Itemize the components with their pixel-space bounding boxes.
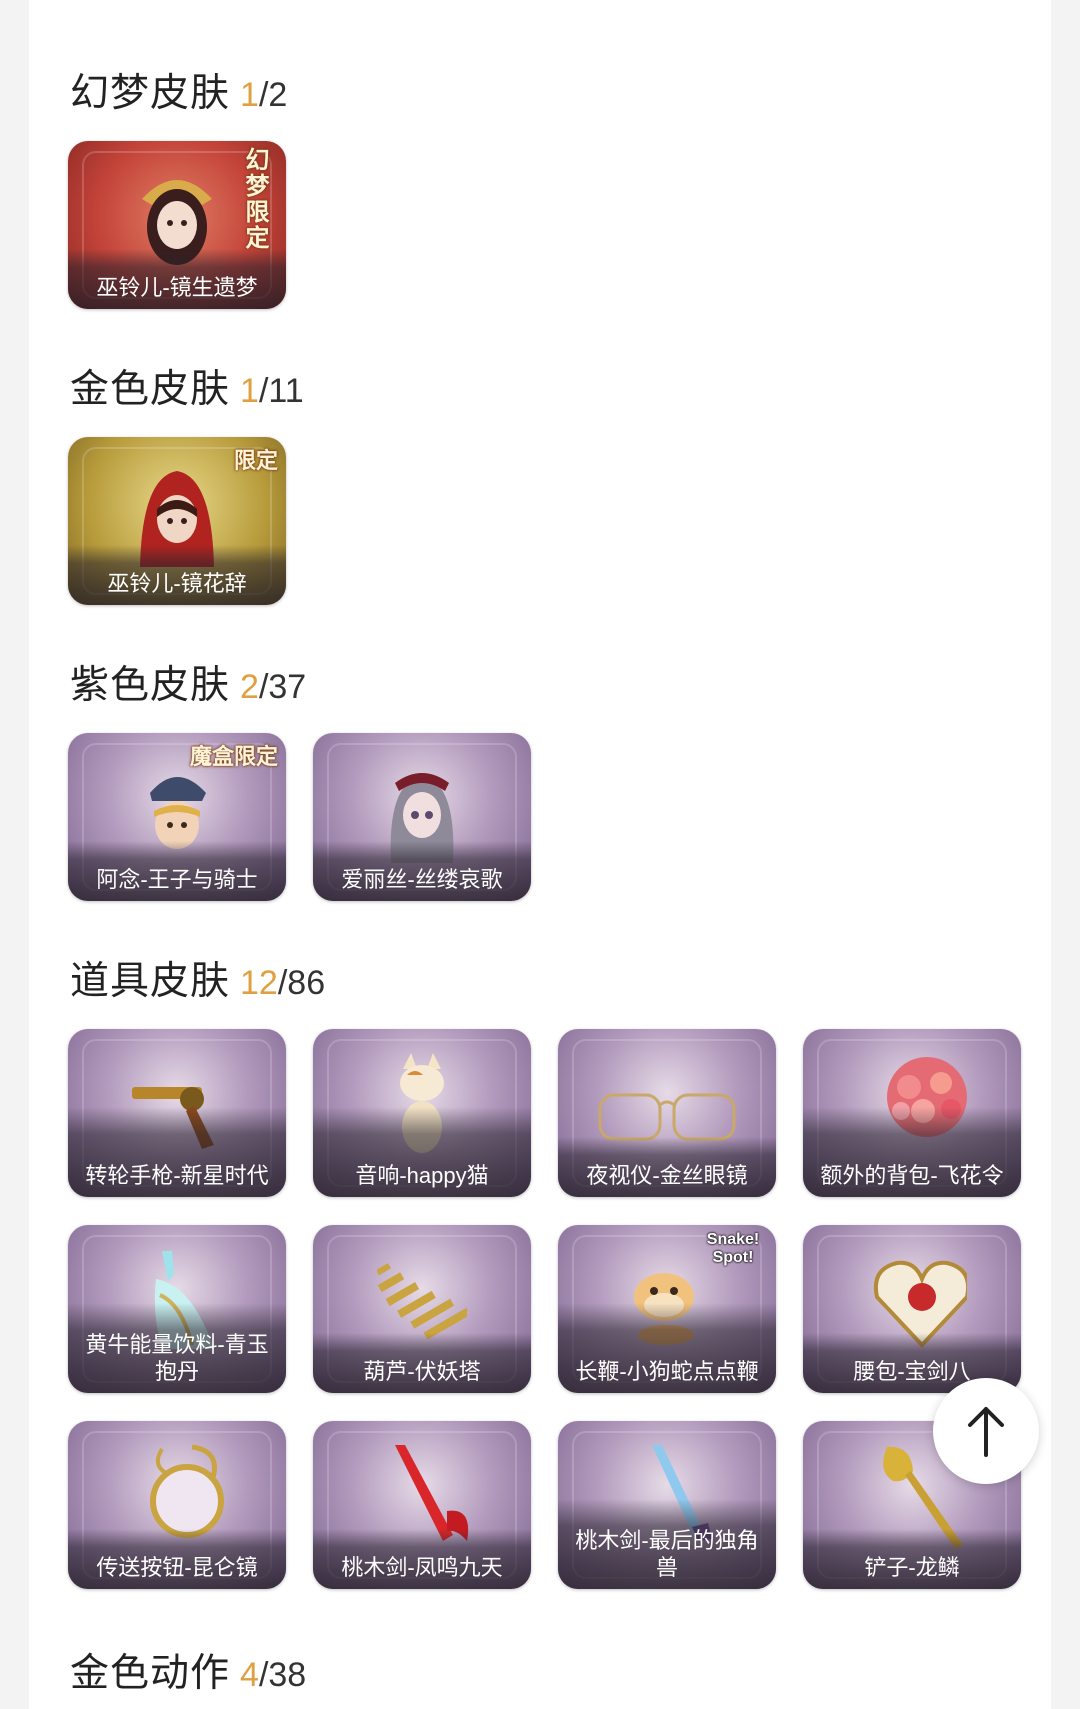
section-title-text: 紫色皮肤 [70,664,231,707]
owned-count: 1 [240,76,259,114]
skin-tile[interactable]: 桃木剑-凤鸣九天 [313,1421,531,1589]
skin-name: 额外的背包-飞花令 [820,1163,1004,1188]
total-count: /11 [258,372,304,410]
skin-name: 巫铃儿-镜花辞 [107,571,247,596]
collection-panel: 幻梦皮肤 1/2 幻梦限定 巫铃儿-镜生遗梦 金色皮肤 1/11 限定 巫铃儿-… [29,0,1051,1709]
skin-name: 转轮手枪-新星时代 [85,1163,269,1188]
section-title: 金色皮肤 1/11 [70,358,304,414]
skin-name: 腰包-宝剑八 [853,1359,971,1384]
scroll-to-top-button[interactable] [933,1378,1039,1484]
skin-tile[interactable]: 音响-happy猫 [313,1029,531,1197]
skin-name: 传送按钮-昆仑镜 [96,1555,258,1580]
skin-tile[interactable]: 夜视仪-金丝眼镜 [558,1029,776,1197]
total-count: /2 [258,76,288,114]
total-count: /37 [258,668,307,706]
section-title: 道具皮肤 12/86 [70,950,325,1006]
section-title: 紫色皮肤 2/37 [70,654,306,710]
limited-badge: 魔盒限定 [189,744,278,769]
owned-count: 4 [240,1656,259,1694]
skin-name: 葫芦-伏妖塔 [363,1359,481,1384]
limited-badge: 限定 [233,448,278,473]
skin-tile[interactable]: Snake! Spot! 长鞭-小狗蛇点点鞭 [558,1225,776,1393]
arrow-up-icon [968,1407,1004,1457]
skin-tile[interactable]: 额外的背包-飞花令 [803,1029,1021,1197]
skin-tile[interactable]: 桃木剑-最后的独角兽 [558,1421,776,1589]
skin-tile[interactable]: 腰包-宝剑八 [803,1225,1021,1393]
skin-name: 巫铃儿-镜生遗梦 [96,275,258,300]
skin-tile[interactable]: 黄牛能量饮料-青玉抱丹 [68,1225,286,1393]
section-title-text: 道具皮肤 [70,960,231,1003]
owned-count: 12 [240,964,278,1002]
total-count: /38 [258,1656,307,1694]
limited-badge: 幻梦限定 [241,147,268,251]
skin-tile[interactable]: 爱丽丝-丝缕哀歌 [313,733,531,901]
section-title-text: 金色动作 [70,1652,231,1695]
sticker-badge: Snake! Spot! [706,1231,760,1266]
skin-name: 阿念-王子与骑士 [96,867,258,892]
skin-name: 桃木剑-凤鸣九天 [341,1555,503,1580]
section-title: 金色动作 4/38 [70,1642,306,1698]
owned-count: 2 [240,668,259,706]
skin-tile[interactable]: 转轮手枪-新星时代 [68,1029,286,1197]
skin-tile[interactable]: 葫芦-伏妖塔 [313,1225,531,1393]
section-title: 幻梦皮肤 1/2 [70,62,287,118]
skin-name: 夜视仪-金丝眼镜 [586,1163,748,1188]
skin-name: 桃木剑-最后的独角兽 [575,1528,759,1580]
section-title-text: 金色皮肤 [70,368,231,411]
skin-name: 音响-happy猫 [355,1163,489,1188]
skin-tile[interactable]: 传送按钮-昆仑镜 [68,1421,286,1589]
section-title-text: 幻梦皮肤 [70,72,231,115]
owned-count: 1 [240,372,259,410]
skin-tile[interactable]: 魔盒限定 阿念-王子与骑士 [68,733,286,901]
skin-name: 铲子-龙鳞 [864,1555,960,1580]
skin-name: 长鞭-小狗蛇点点鞭 [575,1359,759,1384]
skin-name: 爱丽丝-丝缕哀歌 [341,867,503,892]
skin-tile[interactable]: 限定 巫铃儿-镜花辞 [68,437,286,605]
skin-name: 黄牛能量饮料-青玉抱丹 [85,1332,269,1384]
skin-tile[interactable]: 幻梦限定 巫铃儿-镜生遗梦 [68,141,286,309]
total-count: /86 [277,964,326,1002]
